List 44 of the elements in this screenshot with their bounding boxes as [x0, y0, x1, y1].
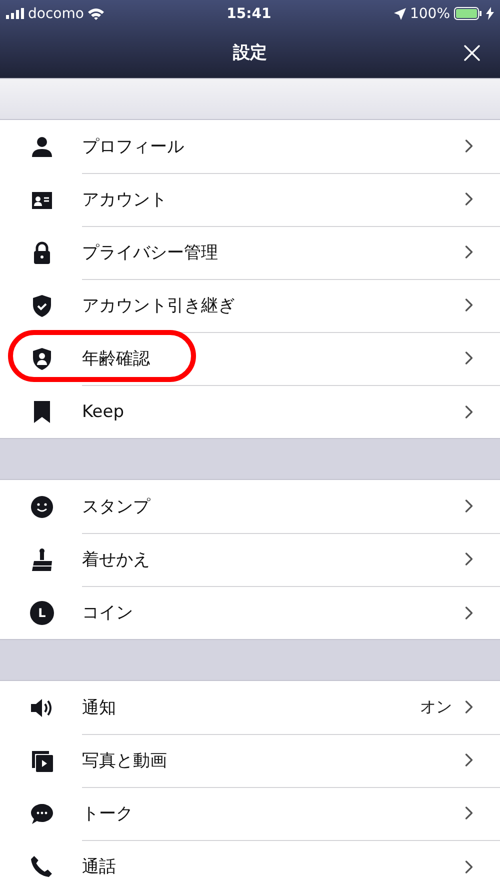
- settings-row[interactable]: 通話: [0, 840, 500, 889]
- settings-row[interactable]: 年齢確認: [0, 332, 500, 385]
- row-label: スタンプ: [82, 496, 152, 518]
- settings-row[interactable]: プロフィール: [0, 120, 500, 173]
- settings-row[interactable]: アカウント: [0, 173, 500, 226]
- settings-row[interactable]: 通知 オン: [0, 681, 500, 734]
- screen-title: 設定: [233, 42, 267, 64]
- settings-row[interactable]: Keep: [0, 385, 500, 438]
- clock-time: 15:41: [226, 6, 272, 22]
- person-icon: [30, 134, 54, 158]
- carrier-name: docomo: [28, 6, 84, 22]
- chat-bubble-icon: [30, 802, 54, 826]
- settings-row[interactable]: 写真と動画: [0, 734, 500, 787]
- row-label: 着せかえ: [82, 548, 151, 570]
- row-label: プロフィール: [82, 136, 185, 158]
- settings-row[interactable]: プライバシー管理: [0, 226, 500, 279]
- coin-icon: L: [30, 600, 54, 624]
- row-label: プライバシー管理: [82, 242, 219, 264]
- wifi-icon: [88, 8, 104, 20]
- settings-row[interactable]: トーク: [0, 787, 500, 840]
- row-label: 年齢確認: [82, 348, 151, 370]
- row-label: アカウント: [82, 188, 168, 210]
- settings-row[interactable]: アカウント引き継ぎ: [0, 279, 500, 332]
- row-label: 通話: [82, 856, 117, 878]
- row-label: トーク: [82, 802, 134, 824]
- location-arrow-icon: [394, 8, 406, 20]
- row-label: 通知: [82, 696, 117, 718]
- brush-icon: [30, 548, 54, 572]
- row-label: コイン: [82, 602, 134, 624]
- settings-row[interactable]: スタンプ: [0, 480, 500, 533]
- settings-row[interactable]: 着せかえ: [0, 533, 500, 586]
- battery-icon: [454, 7, 482, 20]
- shield-person-icon: [30, 346, 54, 370]
- phone-icon: [31, 856, 53, 878]
- smiley-icon: [30, 494, 54, 518]
- media-icon: [30, 748, 54, 772]
- row-label: アカウント引き継ぎ: [82, 294, 236, 316]
- row-label: Keep: [82, 402, 126, 422]
- settings-row[interactable]: L コイン: [0, 586, 500, 639]
- row-label: 写真と動画: [82, 750, 168, 772]
- signal-icon: [6, 8, 24, 19]
- row-value: オン: [420, 696, 452, 718]
- battery-percent: 100%: [410, 6, 450, 22]
- shield-check-icon: [30, 294, 54, 318]
